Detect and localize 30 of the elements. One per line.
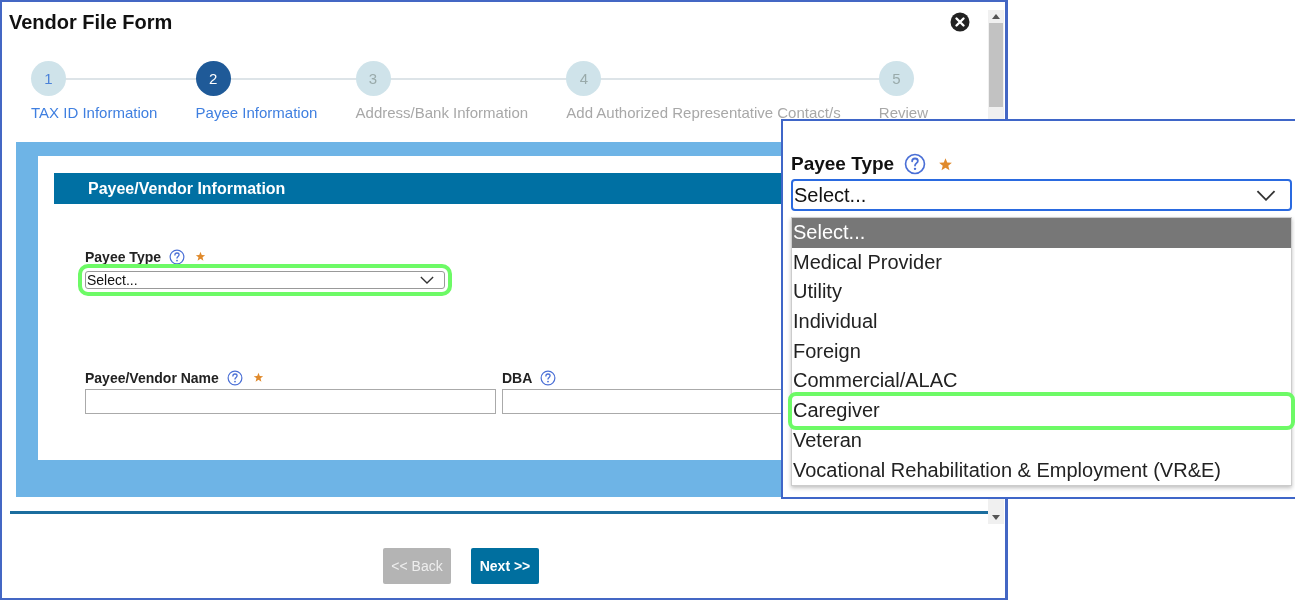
field-label: Payee Type xyxy=(791,153,895,175)
up-arrow-icon[interactable] xyxy=(992,14,1000,19)
next-button[interactable]: Next >> xyxy=(471,548,539,584)
dropdown-option[interactable]: Utility xyxy=(792,277,1291,308)
help-icon[interactable] xyxy=(169,248,185,265)
dropdown-option[interactable]: Vocational Rehabilitation & Employment (VR&E) xyxy=(792,455,1291,486)
down-arrow-icon[interactable] xyxy=(992,515,1000,520)
text-field[interactable] xyxy=(85,389,496,414)
help-icon[interactable] xyxy=(540,369,557,386)
step-label[interactable]: Payee Information xyxy=(195,104,318,121)
step-number[interactable]: 1 xyxy=(31,61,66,96)
dropdown-option[interactable]: Select... xyxy=(792,218,1291,248)
help-icon[interactable] xyxy=(904,153,927,175)
dropdown-option[interactable]: Individual xyxy=(792,307,1291,337)
dropdown-option[interactable]: Medical Provider xyxy=(792,247,1291,278)
close-icon[interactable] xyxy=(950,12,970,32)
help-icon[interactable] xyxy=(226,369,243,386)
field-label: Payee/Vendor Name xyxy=(85,369,219,386)
field-label: DBA xyxy=(502,369,533,386)
scrollbar-thumb[interactable] xyxy=(989,23,1003,107)
dropdown-option[interactable]: Veteran xyxy=(792,425,1291,456)
chevron-icon xyxy=(420,276,434,284)
step-number[interactable]: 2 xyxy=(195,61,231,96)
step-label[interactable]: TAX ID Information xyxy=(31,104,158,121)
dropdown-option[interactable]: Foreign xyxy=(792,336,1291,367)
window-title: Vendor File Form xyxy=(9,10,173,34)
field-label: Payee Type xyxy=(85,248,161,265)
dropdown-option[interactable]: Commercial/ALAC xyxy=(792,366,1291,397)
chevron-icon xyxy=(1256,189,1276,201)
select-field[interactable]: Select... xyxy=(791,179,1292,211)
